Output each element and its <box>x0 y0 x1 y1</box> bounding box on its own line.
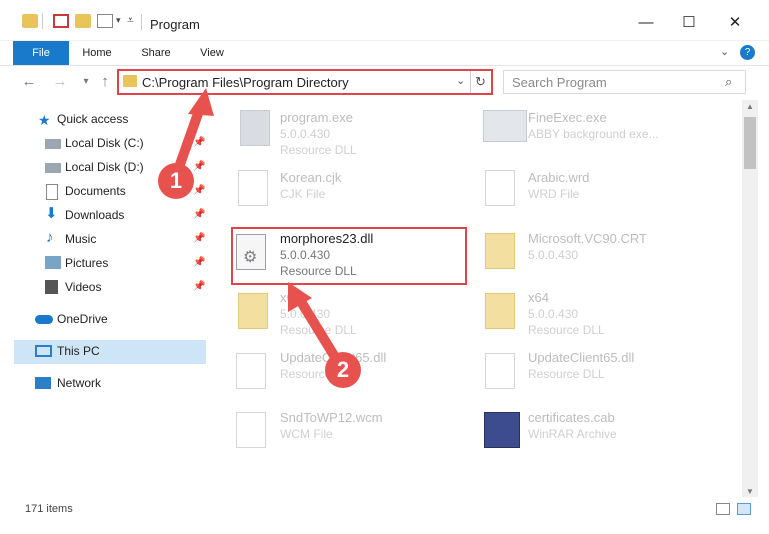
step-badge-2: 2 <box>325 352 361 388</box>
annotation-arrows <box>173 88 343 367</box>
step-badge-1: 1 <box>158 163 194 199</box>
arrow-shaft-2 <box>295 295 343 367</box>
arrow-shaft-1 <box>173 103 205 175</box>
arrow-head-1 <box>188 88 214 116</box>
